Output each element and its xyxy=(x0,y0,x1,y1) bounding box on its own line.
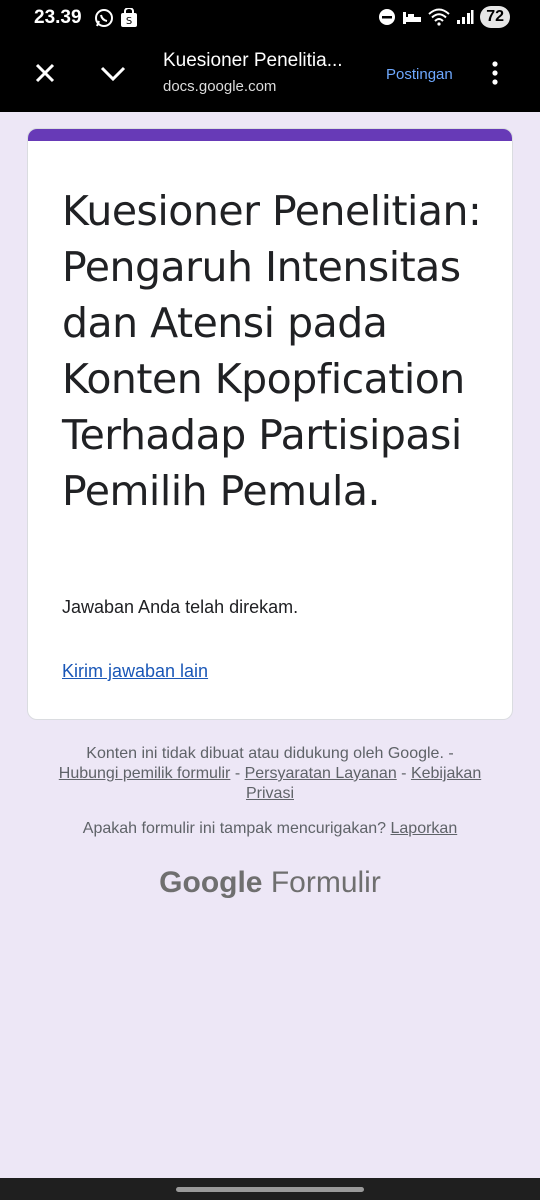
page-title: Kuesioner Penelitia... xyxy=(163,50,343,71)
brand-product: Formulir xyxy=(270,866,381,899)
navigation-bar xyxy=(0,1178,540,1200)
status-bar: 23.39 S 72 xyxy=(0,0,540,36)
custom-tab-toolbar: Kuesioner Penelitia... docs.google.com P… xyxy=(0,36,540,112)
disclaimer-text: Konten ini tidak dibuat atau didukung ol… xyxy=(86,745,444,762)
shopping-bag-icon: S xyxy=(121,8,137,27)
form-title: Kuesioner Penelitian: Pengaruh Intensita… xyxy=(62,187,482,515)
chevron-down-icon[interactable] xyxy=(98,58,128,88)
contact-owner-link[interactable]: Hubungi pemilik formulir xyxy=(59,765,231,782)
do-not-disturb-icon xyxy=(379,9,396,25)
wifi-icon xyxy=(428,8,450,26)
more-options-icon[interactable] xyxy=(486,58,504,88)
footer-notice: Konten ini tidak dibuat atau didukung ol… xyxy=(40,744,500,804)
separator: - xyxy=(396,765,411,782)
close-icon[interactable] xyxy=(30,58,60,88)
separator: - xyxy=(443,745,454,762)
postingan-button[interactable]: Postingan xyxy=(386,66,453,83)
terms-of-service-link[interactable]: Persyaratan Layanan xyxy=(245,765,397,782)
brand-google: Google xyxy=(159,866,263,899)
home-indicator[interactable] xyxy=(176,1187,364,1192)
sleep-icon xyxy=(403,12,422,24)
google-forms-logo[interactable]: Google Formulir xyxy=(0,866,540,900)
report-link[interactable]: Laporkan xyxy=(391,820,458,837)
svg-text:S: S xyxy=(126,16,132,27)
battery-level: 72 xyxy=(480,6,510,28)
separator: - xyxy=(230,765,245,782)
card-accent-bar xyxy=(28,129,512,141)
suspicious-question: Apakah formulir ini tampak mencurigakan? xyxy=(82,820,387,837)
response-recorded-message: Jawaban Anda telah direkam. xyxy=(62,597,299,617)
status-time: 23.39 xyxy=(34,7,82,28)
report-abuse-line: Apakah formulir ini tampak mencurigakan?… xyxy=(40,820,500,838)
status-left-icons: S xyxy=(94,8,138,28)
status-right-icons: 72 xyxy=(378,6,510,28)
submit-another-response-link[interactable]: Kirim jawaban lain xyxy=(62,661,208,682)
confirmation-card: Kuesioner Penelitian: Pengaruh Intensita… xyxy=(27,128,513,720)
page-url: docs.google.com xyxy=(163,78,277,95)
whatsapp-icon xyxy=(95,9,113,27)
signal-icon xyxy=(457,10,474,24)
